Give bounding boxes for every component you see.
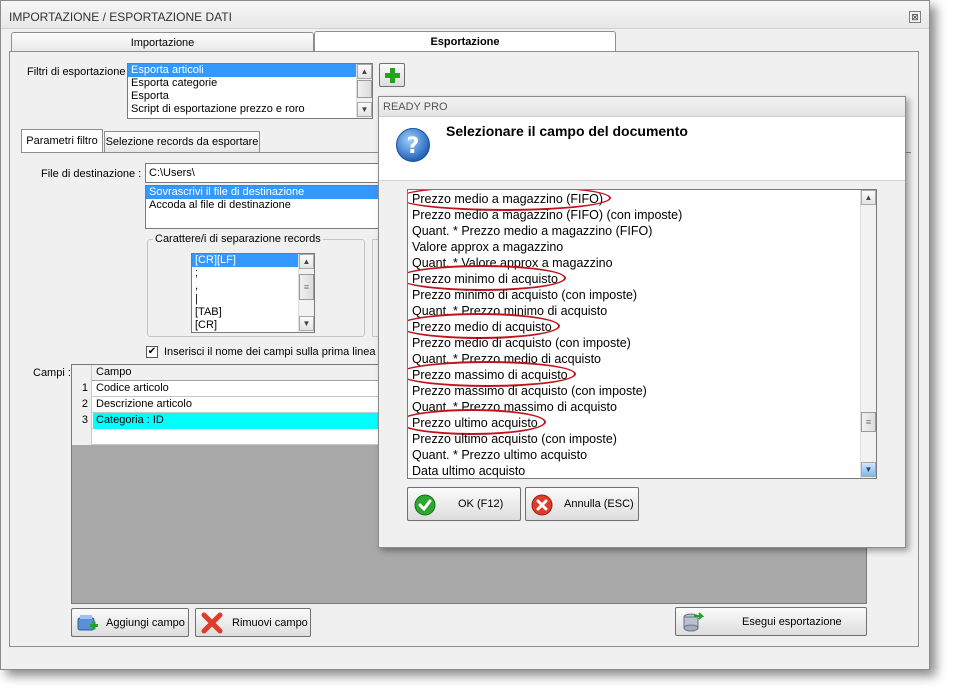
document-field-list[interactable]: Prezzo medio a magazzino (FIFO) Prezzo me… <box>407 189 877 479</box>
separator-item[interactable]: | <box>192 293 298 306</box>
separator-scrollbar[interactable]: ▲ ≡ ▼ <box>298 254 314 332</box>
scroll-thumb[interactable] <box>357 80 372 98</box>
ok-button[interactable]: OK (F12) <box>407 487 521 521</box>
scroll-thumb[interactable]: ≡ <box>861 412 876 432</box>
row-number: 2 <box>72 397 92 413</box>
check-icon <box>414 494 436 516</box>
document-field-item[interactable]: Data ultimo acquisto <box>412 463 525 478</box>
filter-item[interactable]: Esporta categorie <box>128 77 356 90</box>
run-export-button[interactable]: Esegui esportazione <box>675 607 867 636</box>
add-field-label: Aggiungi campo <box>106 617 185 629</box>
grid-column-header[interactable]: Campo <box>93 365 381 381</box>
table-row[interactable]: 2 Descrizione articolo <box>72 397 382 413</box>
run-export-label: Esegui esportazione <box>742 616 842 628</box>
scroll-down-icon[interactable]: ▼ <box>861 462 876 477</box>
scroll-down-icon[interactable]: ▼ <box>299 316 314 331</box>
close-icon[interactable]: ⊠ <box>909 11 921 23</box>
grid-header: Campo <box>72 365 382 381</box>
tab-importazione[interactable]: Importazione <box>11 32 314 53</box>
separator-list[interactable]: [CR][LF] ; , | [TAB] [CR] ▲ ≡ ▼ <box>191 253 315 333</box>
cancel-label: Annulla (ESC) <box>564 498 634 510</box>
field-select-dialog: READY PRO ? Selezionare il campo del doc… <box>378 96 906 548</box>
separator-item[interactable]: ; <box>192 267 298 280</box>
empty-row[interactable] <box>72 429 382 445</box>
grid-corner <box>72 365 92 381</box>
dialog-prompt: Selezionare il campo del documento <box>446 123 688 139</box>
header-row-checkbox[interactable]: ✔ <box>146 346 158 358</box>
write-mode-item[interactable]: Sovrascrivi il file di destinazione <box>146 186 380 199</box>
plus-icon <box>385 68 400 83</box>
separator-group-title: Carattere/i di separazione records <box>153 233 323 245</box>
cancel-button[interactable]: Annulla (ESC) <box>525 487 639 521</box>
window-title: IMPORTAZIONE / ESPORTAZIONE DATI <box>9 10 232 24</box>
subtab-parametri-filtro[interactable]: Parametri filtro <box>21 129 103 153</box>
svg-text:?: ? <box>407 134 420 159</box>
document-field-item[interactable]: Prezzo medio di acquisto (con imposte) <box>412 335 631 351</box>
row-value[interactable]: Codice articolo <box>93 381 381 397</box>
add-field-icon <box>77 615 98 631</box>
separator-item[interactable]: , <box>192 280 298 293</box>
scroll-up-icon[interactable]: ▲ <box>357 64 372 79</box>
scroll-thumb[interactable]: ≡ <box>299 274 314 300</box>
table-row[interactable]: 3 Categoria : ID <box>72 413 382 429</box>
separator-item[interactable]: [CR][LF] <box>192 254 298 267</box>
fields-label: Campi : <box>33 367 71 379</box>
row-value[interactable]: Categoria : ID <box>93 413 381 429</box>
document-field-item[interactable]: Quant. * Prezzo medio a magazzino (FIFO) <box>412 223 652 239</box>
dialog-title-bar[interactable]: READY PRO <box>379 97 905 117</box>
document-field-item[interactable]: Prezzo massimo di acquisto (con imposte) <box>412 383 647 399</box>
row-number: 3 <box>72 413 92 429</box>
title-bar[interactable]: IMPORTAZIONE / ESPORTAZIONE DATI ⊠ <box>1 1 929 29</box>
scroll-up-icon[interactable]: ▲ <box>861 190 876 205</box>
filter-item[interactable]: Esporta <box>128 90 356 103</box>
separator-items: [CR][LF] ; , | [TAB] [CR] <box>192 254 298 332</box>
cancel-icon <box>531 494 553 516</box>
row-number: 1 <box>72 381 92 397</box>
table-row[interactable]: 1 Codice articolo <box>72 381 382 397</box>
ok-label: OK (F12) <box>458 498 504 510</box>
field-list-scrollbar[interactable]: ▲ ≡ ▼ <box>860 190 876 478</box>
document-field-item[interactable]: Prezzo ultimo acquisto (con imposte) <box>412 431 617 447</box>
document-field-item[interactable]: Prezzo medio a magazzino (FIFO) (con imp… <box>412 207 682 223</box>
tab-esportazione[interactable]: Esportazione <box>314 31 616 53</box>
destination-label: File di destinazione : <box>41 168 142 180</box>
remove-field-label: Rimuovi campo <box>232 617 308 629</box>
remove-icon <box>201 612 223 634</box>
database-export-icon <box>683 612 704 632</box>
row-number <box>72 429 92 445</box>
filters-label: Filtri di esportazione : <box>27 66 132 78</box>
subtab-selezione-records[interactable]: Selezione records da esportare <box>104 131 260 153</box>
scroll-up-icon[interactable]: ▲ <box>299 254 314 269</box>
document-field-item[interactable]: Valore approx a magazzino <box>412 239 563 255</box>
document-field-items: Prezzo medio a magazzino (FIFO) Prezzo me… <box>408 190 860 478</box>
document-field-item[interactable]: Prezzo minimo di acquisto (con imposte) <box>412 287 637 303</box>
row-value[interactable]: Descrizione articolo <box>93 397 381 413</box>
remove-field-button[interactable]: Rimuovi campo <box>195 608 311 637</box>
header-row-checkbox-label: Inserisci il nome dei campi sulla prima … <box>164 346 376 358</box>
filters-scrollbar[interactable]: ▲ ▼ <box>356 64 372 118</box>
write-mode-item[interactable]: Accoda al file di destinazione <box>146 199 380 212</box>
filter-item[interactable]: Script di esportazione prezzo e roro <box>128 103 356 116</box>
write-mode-list[interactable]: Sovrascrivi il file di destinazione Acco… <box>145 185 381 229</box>
filter-item[interactable]: Esporta articoli <box>128 64 356 77</box>
separator-item[interactable]: [CR] <box>192 319 298 332</box>
filters-items: Esporta articoli Esporta categorie Espor… <box>128 64 356 116</box>
document-field-item[interactable]: Quant. * Prezzo ultimo acquisto <box>412 447 587 463</box>
destination-input[interactable]: C:\Users\ <box>145 163 381 183</box>
add-filter-button[interactable] <box>379 63 405 87</box>
dialog-title: READY PRO <box>383 101 448 113</box>
scroll-down-icon[interactable]: ▼ <box>357 102 372 117</box>
filters-list[interactable]: Esporta articoli Esporta categorie Espor… <box>127 63 373 119</box>
question-icon: ? <box>396 128 430 162</box>
add-field-button[interactable]: Aggiungi campo <box>71 608 189 637</box>
separator-item[interactable]: [TAB] <box>192 306 298 319</box>
